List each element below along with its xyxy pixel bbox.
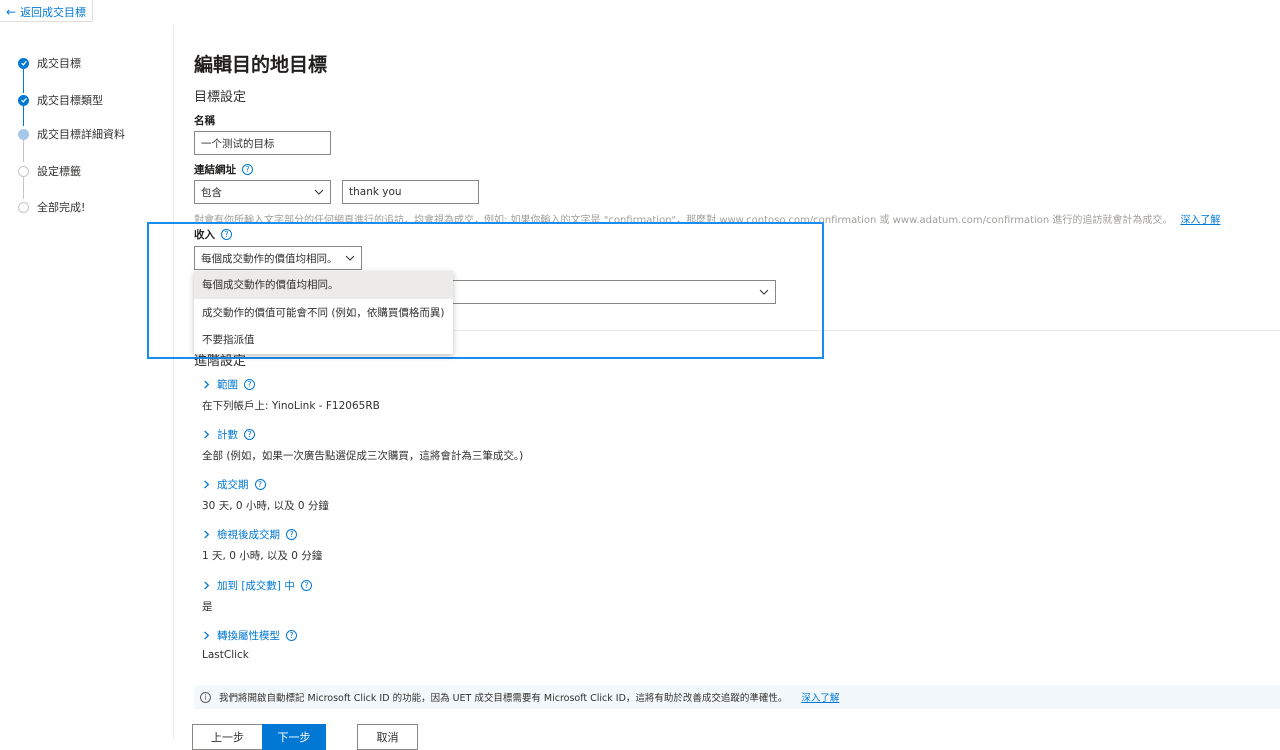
advanced-item-count: 計數 ? 全部 (例如，如果一次廣告點選促成三次購買，這將會計為三筆成交。) xyxy=(202,427,523,463)
chevron-right-icon xyxy=(204,530,210,539)
advanced-item-include-in-conversions: 加到 [成交數] 中 ? 是 xyxy=(202,578,312,614)
expand-view-through-toggle[interactable]: 檢視後成交期 ? xyxy=(202,527,322,542)
chevron-right-icon xyxy=(204,380,210,389)
help-icon[interactable]: ? xyxy=(221,229,232,240)
advanced-item-value: 在下列帳戶上: YinoLink - F12065RB xyxy=(202,400,380,412)
goal-name-input[interactable]: 一个测试的目标 xyxy=(194,131,331,155)
revenue-dropdown-list: 每個成交動作的價值均相同。 成交動作的價值可能會不同 (例如，依購買價格而異) … xyxy=(194,271,453,354)
step-label: 全部完成! xyxy=(37,201,86,214)
advanced-item-label: 檢視後成交期 xyxy=(217,529,280,541)
chevron-down-icon xyxy=(759,289,769,295)
chevron-right-icon xyxy=(204,581,210,590)
step-conversion-goal[interactable]: 成交目標 xyxy=(18,55,81,71)
help-icon[interactable]: ? xyxy=(244,379,255,390)
previous-button[interactable]: 上一步 xyxy=(192,724,263,750)
pending-step-dot xyxy=(18,165,29,177)
help-icon[interactable]: ? xyxy=(242,164,253,175)
next-button[interactable]: 下一步 xyxy=(262,724,326,750)
chevron-right-icon xyxy=(204,430,210,439)
advanced-item-label: 加到 [成交數] 中 xyxy=(217,580,295,592)
url-value-input[interactable]: thank you xyxy=(342,180,479,204)
chevron-right-icon xyxy=(204,631,210,640)
page-title: 編輯目的地目標 xyxy=(194,54,328,76)
advanced-item-conversion-window: 成交期 ? 30 天, 0 小時, 以及 0 分鐘 xyxy=(202,477,329,513)
advanced-item-value: 30 天, 0 小時, 以及 0 分鐘 xyxy=(202,500,329,512)
main-content: 編輯目的地目標 目標設定 名稱 一个测试的目标 連結網址 ? 包含 thank … xyxy=(192,0,1280,750)
arrow-left-icon: ← xyxy=(6,5,17,19)
revenue-option-same-value[interactable]: 每個成交動作的價值均相同。 xyxy=(194,271,453,299)
advanced-item-value: 1 天, 0 小時, 以及 0 分鐘 xyxy=(202,550,323,562)
advanced-item-value: 全部 (例如，如果一次廣告點選促成三次購買，這將會計為三筆成交。) xyxy=(202,450,524,462)
revenue-option-variable-value[interactable]: 成交動作的價值可能會不同 (例如，依購買價格而異) xyxy=(194,299,453,327)
chevron-down-icon xyxy=(345,255,355,261)
chevron-down-icon xyxy=(314,189,324,195)
help-icon[interactable]: ? xyxy=(286,529,297,540)
advanced-item-view-through-window: 檢視後成交期 ? 1 天, 0 小時, 以及 0 分鐘 xyxy=(202,527,322,563)
expand-scope-toggle[interactable]: 範圍 ? xyxy=(202,377,380,392)
check-icon xyxy=(18,57,29,69)
expand-count-toggle[interactable]: 計數 ? xyxy=(202,427,523,442)
expand-include-toggle[interactable]: 加到 [成交數] 中 ? xyxy=(202,578,312,593)
step-goal-details: 成交目標詳細資料 xyxy=(18,126,125,142)
advanced-item-scope: 範圍 ? 在下列帳戶上: YinoLink - F12065RB xyxy=(202,377,380,413)
advanced-item-label: 範圍 xyxy=(217,379,238,391)
back-to-goals-link[interactable]: ← 返回成交目標 xyxy=(0,0,94,22)
advanced-item-value: LastClick xyxy=(202,649,249,661)
info-text: 我們將開啟自動標記 Microsoft Click ID 的功能，因為 UET … xyxy=(219,693,788,704)
info-message-bar: i 我們將開啟自動標記 Microsoft Click ID 的功能，因為 UE… xyxy=(194,685,1280,709)
step-label: 設定標籤 xyxy=(37,165,81,178)
step-all-done: 全部完成! xyxy=(18,199,85,215)
advanced-item-label: 計數 xyxy=(217,429,238,441)
name-label: 名稱 xyxy=(194,115,215,127)
url-learn-more-link[interactable]: 深入了解 xyxy=(1180,215,1220,226)
help-icon[interactable]: ? xyxy=(254,479,266,490)
revenue-label: 收入 ? xyxy=(194,227,232,242)
revenue-select[interactable]: 每個成交動作的價值均相同。 xyxy=(194,246,362,270)
advanced-item-label: 轉換屬性模型 xyxy=(217,630,280,642)
advanced-item-label: 成交期 xyxy=(217,479,249,491)
url-help-text: 對會有你所輸入文字部分的任何網頁進行的追訪，均會視為成交，例如: 如果你輸入的文… xyxy=(194,215,1221,226)
step-goal-type[interactable]: 成交目標類型 xyxy=(18,92,103,108)
step-set-tag: 設定標籤 xyxy=(18,163,81,179)
step-label: 成交目標 xyxy=(37,57,81,70)
help-icon[interactable]: ? xyxy=(244,429,255,440)
cancel-button[interactable]: 取消 xyxy=(357,724,418,750)
step-label: 成交目標類型 xyxy=(37,94,103,107)
pending-step-dot xyxy=(18,201,29,213)
advanced-item-attribution-model: 轉換屬性模型 ? LastClick xyxy=(202,628,297,661)
url-operator-select[interactable]: 包含 xyxy=(194,180,331,204)
progress-stepper: 成交目標 成交目標類型 成交目標詳細資料 設定標籤 全部完成! xyxy=(0,25,174,739)
expand-attribution-toggle[interactable]: 轉換屬性模型 ? xyxy=(202,628,297,643)
revenue-option-no-value[interactable]: 不要指派值 xyxy=(194,326,453,354)
section-title-goal-settings: 目標設定 xyxy=(194,90,247,105)
url-label: 連結網址 ? xyxy=(194,162,253,177)
step-label: 成交目標詳細資料 xyxy=(37,128,125,141)
check-icon xyxy=(18,94,29,106)
back-link-label: 返回成交目標 xyxy=(20,6,87,19)
expand-conversion-window-toggle[interactable]: 成交期 ? xyxy=(202,477,329,492)
chevron-right-icon xyxy=(204,480,210,489)
info-icon: i xyxy=(200,691,211,703)
info-learn-more-link[interactable]: 深入了解 xyxy=(801,690,839,704)
help-icon[interactable]: ? xyxy=(300,580,312,591)
current-step-dot xyxy=(18,128,29,140)
advanced-item-value: 是 xyxy=(202,601,213,613)
help-icon[interactable]: ? xyxy=(286,630,297,641)
